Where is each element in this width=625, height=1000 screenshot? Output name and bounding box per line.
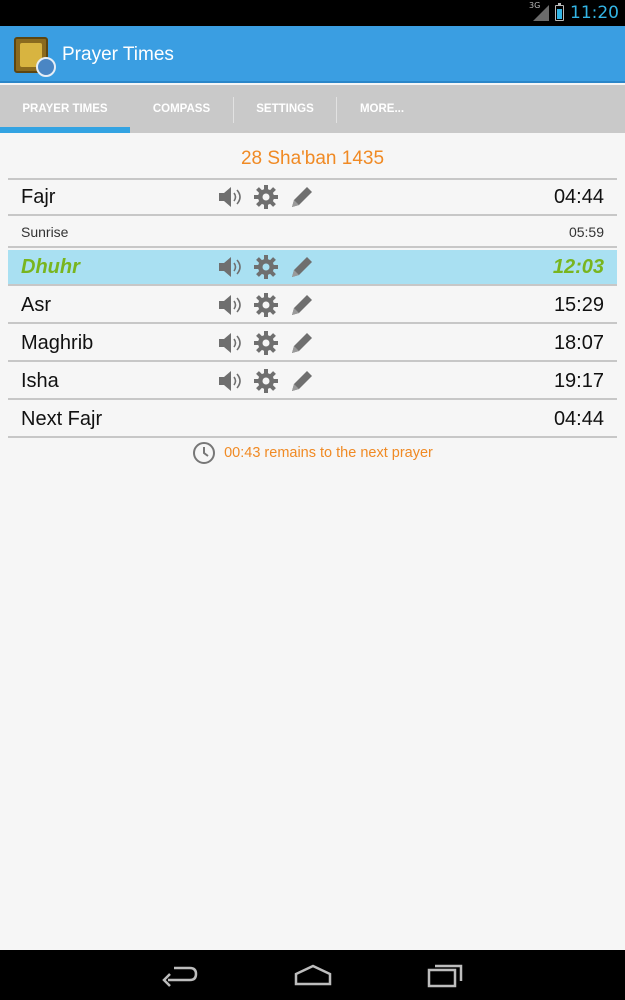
pencil-icon[interactable] (288, 329, 316, 357)
prayer-time: 04:44 (553, 407, 604, 430)
gear-icon[interactable] (252, 183, 280, 211)
prayer-row-fajr[interactable]: Fajr 04:44 (8, 180, 617, 216)
prayer-times-panel: 28 Sha'ban 1435 Fajr 04:44 Sunrise 05:59… (0, 133, 625, 950)
tab-label: SETTINGS (256, 103, 314, 115)
remaining-text: 00:43 remains to the next prayer (224, 445, 433, 461)
app-icon[interactable] (14, 35, 56, 77)
prayer-time: 18:07 (553, 331, 604, 354)
pencil-icon[interactable] (288, 367, 316, 395)
prayer-name: Next Fajr (21, 407, 103, 430)
speaker-icon[interactable] (216, 253, 244, 281)
app-title: Prayer Times (62, 44, 174, 65)
pencil-icon[interactable] (288, 253, 316, 281)
remaining-time: 00:43 remains to the next prayer (0, 441, 625, 465)
speaker-icon[interactable] (216, 367, 244, 395)
prayer-row-maghrib[interactable]: Maghrib 18:07 (8, 326, 617, 362)
pencil-icon[interactable] (288, 291, 316, 319)
pencil-icon[interactable] (288, 183, 316, 211)
gear-icon[interactable] (252, 329, 280, 357)
tab-compass[interactable]: COMPASS (130, 85, 233, 133)
speaker-icon[interactable] (216, 329, 244, 357)
prayer-row-next-fajr[interactable]: Next Fajr 04:44 (8, 402, 617, 438)
speaker-icon[interactable] (216, 291, 244, 319)
gear-icon[interactable] (252, 367, 280, 395)
tab-settings[interactable]: SETTINGS (234, 85, 336, 133)
recent-apps-icon[interactable] (426, 960, 466, 990)
prayer-name: Asr (21, 293, 51, 316)
gear-icon[interactable] (252, 291, 280, 319)
home-icon[interactable] (293, 960, 333, 990)
action-bar: Prayer Times (0, 26, 625, 83)
prayer-time: 04:44 (553, 185, 604, 208)
status-bar: 3G 11:20 (0, 0, 625, 26)
prayer-time: 12:03 (552, 255, 604, 278)
prayer-name: Fajr (21, 185, 56, 208)
tab-label: MORE... (359, 103, 405, 115)
prayer-time: 05:59 (568, 224, 604, 240)
tab-label: COMPASS (152, 103, 211, 115)
back-icon[interactable] (160, 960, 200, 990)
prayer-row-dhuhr[interactable]: Dhuhr 12:03 (8, 250, 617, 286)
tab-label: PRAYER TIMES (22, 103, 108, 115)
prayer-name: Isha (21, 369, 59, 392)
tab-prayer-times[interactable]: PRAYER TIMES (0, 85, 130, 133)
status-time: 11:20 (570, 3, 619, 23)
prayer-name: Maghrib (21, 331, 94, 354)
gear-icon[interactable] (252, 253, 280, 281)
prayer-time: 19:17 (553, 369, 604, 392)
prayer-row-isha[interactable]: Isha 19:17 (8, 364, 617, 400)
tab-bar: PRAYER TIMES COMPASS SETTINGS MORE... (0, 85, 625, 133)
prayer-name: Sunrise (21, 224, 69, 240)
speaker-icon[interactable] (216, 183, 244, 211)
prayer-row-asr[interactable]: Asr 15:29 (8, 288, 617, 324)
clock-icon (193, 442, 216, 464)
prayer-row-sunrise[interactable]: Sunrise 05:59 (8, 218, 617, 248)
prayer-time: 15:29 (553, 293, 604, 316)
battery-icon (555, 3, 564, 21)
navigation-bar (0, 950, 625, 1000)
tab-more[interactable]: MORE... (337, 85, 427, 133)
signal-icon: 3G (529, 1, 549, 22)
hijri-date: 28 Sha'ban 1435 (240, 148, 385, 169)
prayer-name: Dhuhr (21, 255, 80, 278)
